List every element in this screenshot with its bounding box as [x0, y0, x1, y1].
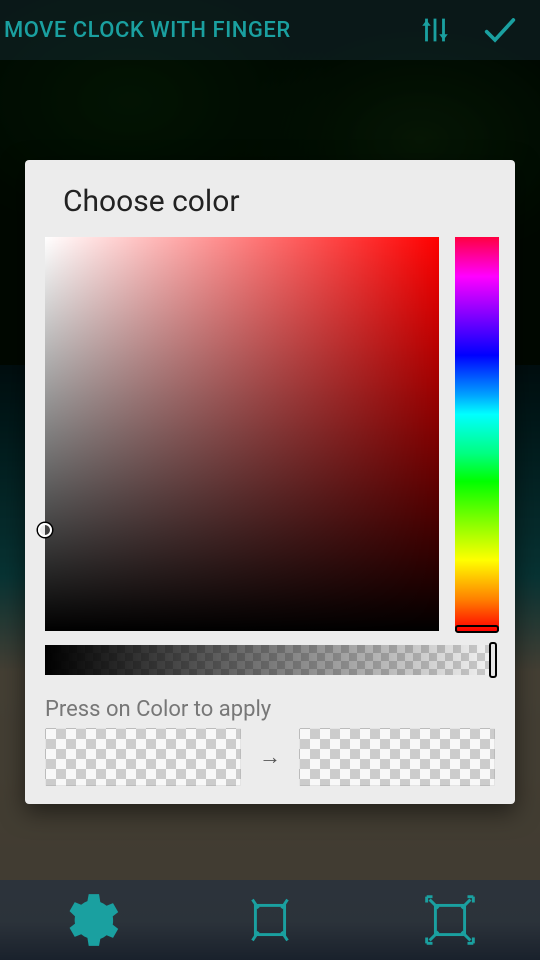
current-color-swatch[interactable] [45, 728, 241, 786]
alpha-cursor[interactable] [489, 642, 497, 678]
sv-cursor[interactable] [38, 523, 52, 537]
apply-instruction: Press on Color to apply [45, 697, 495, 722]
fullscreen-button[interactable] [390, 885, 510, 955]
hue-slider[interactable] [455, 237, 499, 631]
color-preview-row: → [45, 728, 495, 786]
new-color-swatch[interactable] [299, 728, 495, 786]
bottom-toolbar [0, 880, 540, 960]
dialog-title: Choose color [63, 184, 495, 219]
arrow-icon: → [259, 744, 281, 770]
hue-cursor[interactable] [455, 625, 499, 633]
color-picker-dialog: Choose color Press on Color to apply → [25, 160, 515, 804]
top-toolbar: MOVE CLOCK WITH FINGER [0, 0, 540, 60]
settings-button[interactable] [30, 885, 150, 955]
crop-button[interactable] [210, 885, 330, 955]
confirm-check-icon[interactable] [464, 2, 536, 58]
alpha-slider[interactable] [45, 645, 495, 675]
toolbar-title: MOVE CLOCK WITH FINGER [4, 18, 406, 43]
sliders-icon[interactable] [406, 5, 464, 55]
saturation-value-field[interactable] [45, 237, 439, 631]
